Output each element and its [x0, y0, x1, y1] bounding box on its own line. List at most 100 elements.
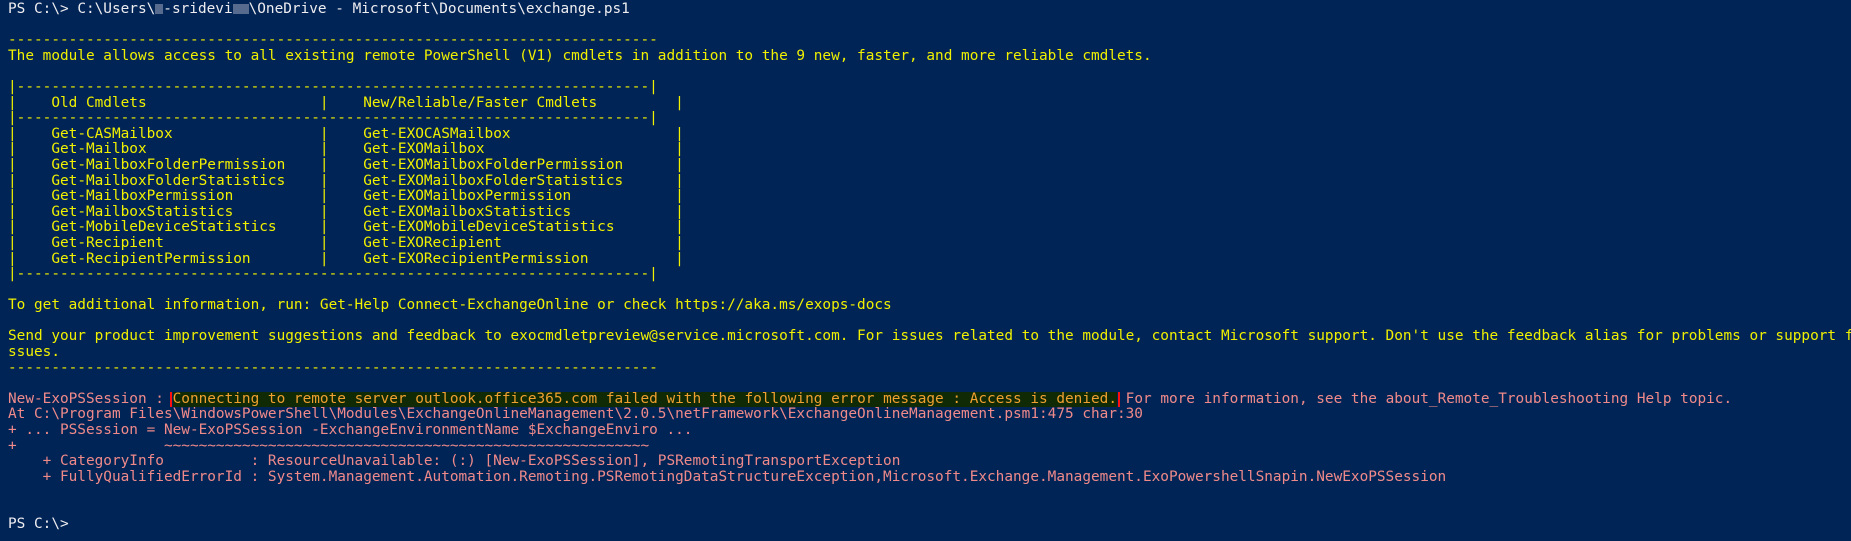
new-cmdlet-cell: Get-EXOMailboxPermission [363, 189, 572, 205]
error-message-line: New-ExoPSSession : Connecting to remote … [8, 391, 1851, 408]
table-cell-border: | [319, 173, 364, 189]
old-cmdlet-cell: Get-MobileDeviceStatistics [51, 220, 277, 236]
cell-padding [233, 205, 320, 220]
table-cell-border: | [319, 204, 364, 220]
table-cell-border: | [675, 142, 684, 158]
error-source: New-ExoPSSession : [8, 391, 173, 407]
table-cell-border: | [8, 189, 52, 205]
powershell-console[interactable]: PS C:\> C:\Users\ -sridevi \OneDrive - Mic… [0, 0, 1851, 541]
new-cmdlet-cell: Get-EXORecipientPermission [363, 251, 589, 267]
table-header-row: | Old Cmdlets | New/Reliable/Faster Cmdl… [8, 95, 684, 111]
old-cmdlet-cell: Get-MailboxFolderPermission [51, 157, 286, 173]
feedback-text-line-2: ssues. [8, 345, 60, 361]
cell-padding [251, 252, 320, 267]
help-info-text: To get additional information, run: Get-… [8, 298, 892, 314]
cell-padding [511, 127, 676, 142]
table-cell-border: | [319, 189, 364, 205]
table-cell-border: | [8, 126, 52, 142]
table-row: | Get-RecipientPermission | Get-EXORecip… [8, 252, 1851, 268]
new-cmdlet-cell: Get-EXOMobileDeviceStatistics [363, 220, 615, 236]
command-path-suffix: \OneDrive - Microsoft\Documents\exchange… [248, 2, 630, 17]
table-border-separator: |---------------------------------------… [8, 111, 658, 127]
cell-padding [173, 127, 320, 142]
table-border-top: |---------------------------------------… [8, 79, 658, 95]
table-cell-border: | [319, 251, 364, 267]
table-row: | Get-MailboxFolderPermission | Get-EXOM… [8, 158, 1851, 174]
cell-padding [571, 189, 675, 204]
cell-padding [615, 220, 676, 235]
cmdlet-table: |---------------------------------------… [8, 80, 1851, 283]
highlighted-error-message: Connecting to remote server outlook.offi… [169, 391, 1121, 408]
redacted-username-part [155, 4, 164, 14]
table-cell-border: | [675, 189, 684, 205]
new-cmdlet-cell: Get-EXOMailbox [363, 142, 485, 158]
table-cell-border: | [8, 204, 52, 220]
cell-padding [589, 252, 676, 267]
old-cmdlet-cell: Get-RecipientPermission [51, 251, 251, 267]
table-cell-border: | [675, 235, 684, 251]
new-cmdlet-cell: Get-EXOMailboxStatistics [363, 204, 572, 220]
table-row: | Get-MailboxStatistics | Get-EXOMailbox… [8, 205, 1851, 221]
table-cell-border: | [319, 142, 364, 158]
cell-padding [285, 158, 320, 173]
module-intro-text: The module allows access to all existing… [8, 48, 1152, 64]
error-location-line: At C:\Program Files\WindowsPowerShell\Mo… [8, 407, 1143, 423]
cell-padding [233, 189, 320, 204]
redacted-username-part [232, 4, 249, 14]
table-cell-border: | [8, 235, 52, 251]
new-cmdlet-cell: Get-EXOMailboxFolderPermission [363, 157, 624, 173]
feedback-text-line-1: Send your product improvement suggestion… [8, 329, 1851, 345]
table-row: | Get-Recipient | Get-EXORecipient | [8, 236, 1851, 252]
table-cell-border: | [675, 173, 684, 189]
header-new-cmdlets: New/Reliable/Faster Cmdlets [363, 95, 598, 111]
table-cell-border: | [675, 204, 684, 220]
table-cell-border: | [8, 251, 52, 267]
cell-padding [502, 236, 675, 251]
table-cell-border: | [675, 220, 684, 236]
error-category-info: + CategoryInfo : ResourceUnavailable: (:… [8, 454, 901, 470]
cell-padding [147, 142, 320, 157]
error-tilde-line: + ~~~~~~~~~~~~~~~~~~~~~~~~~~~~~~~~~~~~~~… [8, 438, 650, 454]
error-message-rest: For more information, see the about_Remo… [1117, 391, 1733, 407]
table-cell-border: | [8, 157, 52, 173]
table-cell-border: | [8, 220, 52, 236]
table-row: | Get-MailboxFolderStatistics | Get-EXOM… [8, 174, 1851, 190]
old-cmdlet-cell: Get-MailboxFolderStatistics [51, 173, 286, 189]
table-row: | Get-MailboxPermission | Get-EXOMailbox… [8, 189, 1851, 205]
table-rows: | Get-CASMailbox | Get-EXOCASMailbox | | … [8, 127, 1851, 267]
cell-padding [285, 174, 320, 189]
table-cell-border: | [319, 235, 364, 251]
final-prompt-line[interactable]: PS C:\> [8, 517, 1851, 533]
error-code-line: + ... PSSession = New-ExoPSSession -Exch… [8, 423, 693, 439]
command-path-prefix: C:\Users\ [68, 2, 156, 17]
table-row: | Get-CASMailbox | Get-EXOCASMailbox | [8, 127, 1851, 143]
prompt: PS C:\> [8, 2, 69, 17]
old-cmdlet-cell: Get-Recipient [51, 235, 164, 251]
old-cmdlet-cell: Get-CASMailbox [51, 126, 173, 142]
table-cell-border: | [8, 142, 52, 158]
table-cell-border: | [319, 126, 364, 142]
table-row: | Get-MobileDeviceStatistics | Get-EXOMo… [8, 220, 1851, 236]
new-cmdlet-cell: Get-EXOMailboxFolderStatistics [363, 173, 624, 189]
table-cell-border: | [8, 173, 52, 189]
new-cmdlet-cell: Get-EXORecipient [363, 235, 502, 251]
command-line: PS C:\> C:\Users\ -sridevi \OneDrive - Mic… [8, 2, 1851, 18]
cell-padding [164, 236, 320, 251]
error-fully-qualified-id: + FullyQualifiedErrorId : System.Managem… [8, 469, 1447, 485]
divider: ----------------------------------------… [8, 360, 658, 376]
old-cmdlet-cell: Get-Mailbox [51, 142, 147, 158]
table-cell-border: | [319, 220, 364, 236]
table-cell-border: | [675, 126, 684, 142]
table-row: | Get-Mailbox | Get-EXOMailbox | [8, 142, 1851, 158]
command-username: -sridevi [163, 2, 233, 17]
table-cell-border: | [319, 157, 364, 173]
final-prompt: PS C:\> [8, 516, 69, 532]
old-cmdlet-cell: Get-MailboxPermission [51, 189, 234, 205]
